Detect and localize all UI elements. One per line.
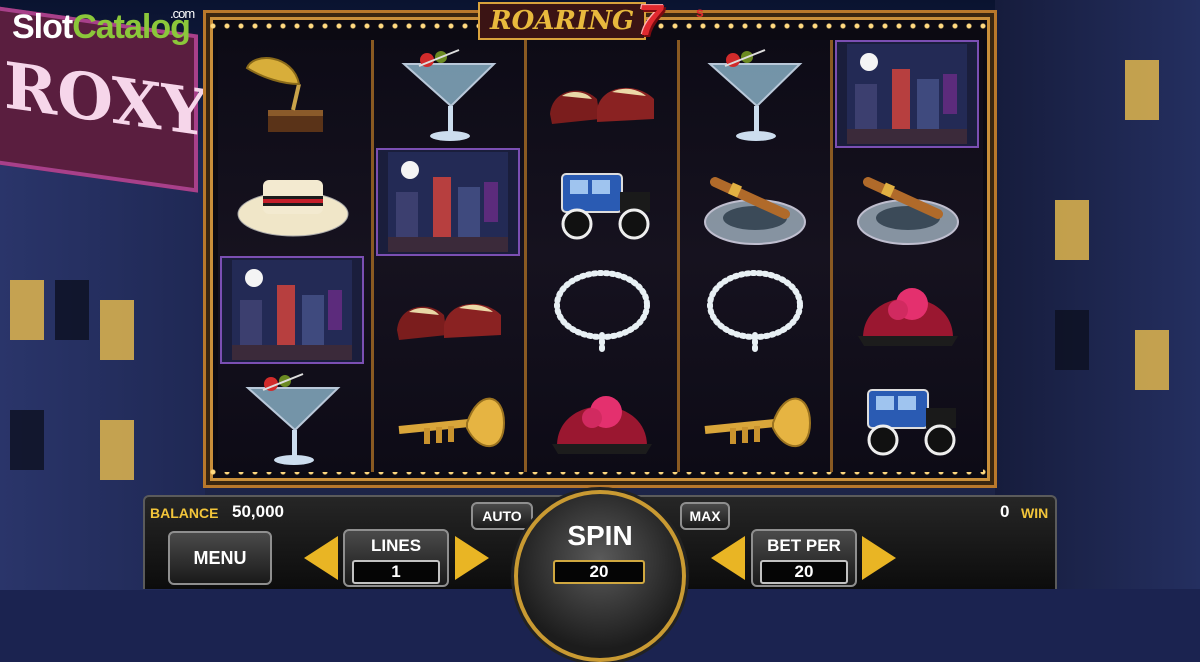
city-scene-icon bbox=[835, 40, 979, 148]
menu-button[interactable]: MENU bbox=[168, 531, 272, 585]
martini-icon bbox=[374, 40, 524, 148]
balance-label: BALANCE bbox=[150, 505, 219, 521]
lines-value: 1 bbox=[352, 560, 440, 584]
spin-label: SPIN bbox=[567, 520, 633, 551]
win-value: 0 bbox=[1000, 502, 1010, 521]
pearl-necklace-icon bbox=[527, 256, 677, 364]
lines-decrease-arrow-icon[interactable] bbox=[304, 536, 338, 580]
building-window bbox=[1125, 60, 1159, 120]
cloche-hat-icon bbox=[527, 364, 677, 472]
reel-1 bbox=[218, 40, 371, 472]
spin-bet-value: 20 bbox=[553, 560, 645, 584]
building-window bbox=[1135, 330, 1169, 390]
logo-slot-text: Slot bbox=[12, 8, 73, 46]
betper-value: 20 bbox=[760, 560, 848, 584]
building-window bbox=[10, 280, 44, 340]
title-suffix: s bbox=[696, 4, 704, 20]
win-label: WIN bbox=[1021, 505, 1049, 521]
cloche-hat-icon bbox=[833, 256, 983, 364]
vintage-car-icon bbox=[833, 364, 983, 472]
pearl-necklace-icon bbox=[680, 256, 830, 364]
cigar-ashtray-icon bbox=[833, 148, 983, 256]
max-button[interactable]: MAX bbox=[680, 502, 730, 530]
boater-hat-icon bbox=[218, 148, 368, 256]
betper-label: BET PER bbox=[767, 536, 841, 555]
building-window bbox=[55, 280, 89, 340]
trumpet-icon bbox=[374, 364, 524, 472]
vintage-car-icon bbox=[527, 148, 677, 256]
betper-decrease-arrow-icon[interactable] bbox=[711, 536, 745, 580]
gramophone-icon bbox=[218, 40, 368, 148]
building-window bbox=[1055, 310, 1089, 370]
oxford-shoes-icon bbox=[374, 256, 524, 364]
reel-4 bbox=[677, 40, 830, 472]
building-window bbox=[100, 420, 134, 480]
betper-increase-arrow-icon[interactable] bbox=[862, 536, 896, 580]
martini-icon bbox=[218, 364, 368, 472]
building-window bbox=[1055, 200, 1089, 260]
slotcatalog-logo: SlotCatalog .com bbox=[12, 6, 195, 47]
balance-value: 50,000 bbox=[232, 502, 284, 521]
reel-3 bbox=[524, 40, 677, 472]
cigar-ashtray-icon bbox=[680, 148, 830, 256]
lines-increase-arrow-icon[interactable] bbox=[455, 536, 489, 580]
title-roaring: ROARING bbox=[478, 2, 647, 40]
reel-2 bbox=[371, 40, 524, 472]
building-window bbox=[100, 300, 134, 360]
city-scene-icon bbox=[376, 148, 520, 256]
trumpet-icon bbox=[680, 364, 830, 472]
building-window bbox=[10, 410, 44, 470]
logo-com-text: .com bbox=[170, 6, 195, 21]
reel-5 bbox=[830, 40, 983, 472]
oxford-shoes-icon bbox=[527, 40, 677, 148]
martini-icon bbox=[680, 40, 830, 148]
reel-grid bbox=[218, 40, 983, 472]
city-scene-icon bbox=[220, 256, 364, 364]
lines-label: LINES bbox=[370, 536, 422, 555]
